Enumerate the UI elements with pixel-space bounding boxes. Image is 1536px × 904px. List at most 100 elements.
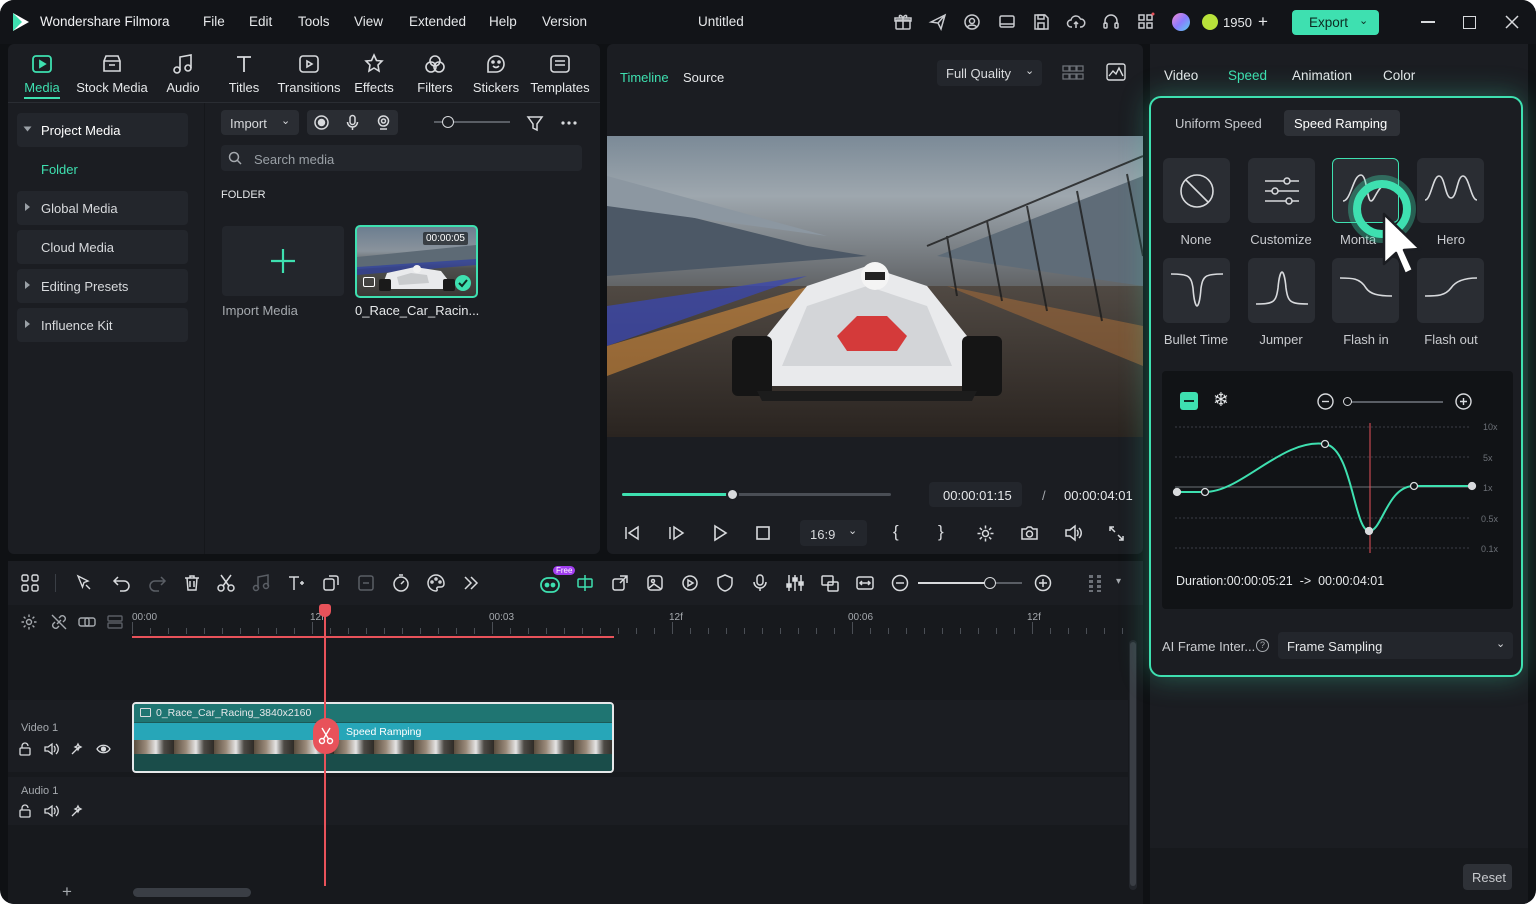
select-tool-icon[interactable] xyxy=(74,573,94,593)
minimize-icon[interactable] xyxy=(1421,21,1435,23)
preset-customize[interactable] xyxy=(1248,158,1315,223)
avatar[interactable] xyxy=(1172,13,1190,31)
tab-titles[interactable]: Titles xyxy=(214,52,274,98)
playback-progress-track[interactable] xyxy=(622,488,891,501)
sidebar-item-influence-kit[interactable]: Influence Kit xyxy=(17,308,188,342)
tab-templates[interactable]: Templates xyxy=(527,52,593,98)
monitor-icon[interactable] xyxy=(997,12,1017,32)
fit-timeline-icon[interactable] xyxy=(855,573,875,593)
preset-jumper[interactable] xyxy=(1248,258,1315,323)
menu-edit[interactable]: Edit xyxy=(249,14,272,29)
link-icon[interactable] xyxy=(78,613,96,631)
tab-animation[interactable]: Animation xyxy=(1292,68,1352,83)
tab-source[interactable]: Source xyxy=(683,70,724,85)
lock-icon[interactable] xyxy=(18,742,32,756)
image-icon[interactable] xyxy=(645,573,665,593)
eye-icon[interactable] xyxy=(96,742,111,756)
cloud-upload-icon[interactable] xyxy=(1066,12,1086,32)
close-icon[interactable] xyxy=(1505,15,1519,29)
layout-icon[interactable] xyxy=(20,573,40,593)
tab-effects[interactable]: Effects xyxy=(344,52,404,98)
preset-flash-out[interactable] xyxy=(1417,258,1484,323)
ai-edit-icon[interactable] xyxy=(70,742,84,756)
zoom-slider-handle[interactable] xyxy=(984,577,996,589)
community-icon[interactable] xyxy=(962,12,982,32)
apps-grid-icon[interactable] xyxy=(1136,12,1156,32)
tab-timeline[interactable]: Timeline xyxy=(620,70,669,85)
next-frame-icon[interactable] xyxy=(667,524,685,542)
media-clip-thumbnail[interactable]: 00:00:05 xyxy=(355,225,478,298)
more-icon[interactable] xyxy=(560,114,578,132)
mark-in-icon[interactable]: { xyxy=(893,522,899,542)
volume-icon[interactable] xyxy=(1064,524,1083,542)
zoom-in-icon[interactable] xyxy=(1455,393,1472,410)
preset-none[interactable] xyxy=(1163,158,1230,223)
export-button[interactable]: Export ⌄ xyxy=(1292,10,1379,35)
sidebar-item-editing-presets[interactable]: Editing Presets xyxy=(17,269,188,303)
freeze-frame-icon[interactable] xyxy=(356,573,376,593)
quality-dropdown[interactable]: Full Quality ⌄ xyxy=(937,60,1042,86)
preset-bullet-time[interactable] xyxy=(1163,258,1230,323)
add-credits-icon[interactable]: + xyxy=(1258,12,1268,32)
send-icon[interactable] xyxy=(928,12,948,32)
mute-icon[interactable] xyxy=(44,742,59,756)
zoom-in-icon[interactable] xyxy=(1033,573,1053,593)
sidebar-item-folder[interactable]: Folder xyxy=(41,162,78,177)
help-icon[interactable]: ? xyxy=(1256,639,1269,652)
sidebar-item-cloud-media[interactable]: Cloud Media xyxy=(17,230,188,264)
curve-zoom-slider[interactable] xyxy=(1345,401,1443,403)
search-input[interactable]: Search media xyxy=(221,145,582,171)
tab-stock-media[interactable]: Stock Media xyxy=(76,52,148,98)
credits-badge[interactable]: 1950 + xyxy=(1198,11,1273,33)
tab-stickers[interactable]: Stickers xyxy=(466,52,526,98)
crop-icon[interactable] xyxy=(321,573,341,593)
speed-curve-graph[interactable] xyxy=(1172,418,1480,558)
subtab-uniform-speed[interactable]: Uniform Speed xyxy=(1175,116,1262,131)
motion-icon[interactable] xyxy=(680,573,700,593)
tab-speed[interactable]: Speed xyxy=(1228,68,1267,83)
ai-mate-button[interactable]: Free xyxy=(538,566,576,596)
track-manager-icon[interactable] xyxy=(106,613,124,631)
grid-view-icon[interactable] xyxy=(1062,64,1084,82)
zoom-slider[interactable] xyxy=(918,582,1022,584)
voiceover-icon[interactable] xyxy=(750,573,770,593)
sidebar-item-global-media[interactable]: Global Media xyxy=(17,191,188,225)
menu-extended[interactable]: Extended xyxy=(409,14,466,29)
aspect-ratio-dropdown[interactable]: 16:9 ⌄ xyxy=(800,520,867,546)
track-settings-icon[interactable] xyxy=(20,613,38,631)
play-icon[interactable] xyxy=(711,524,729,542)
more-tools-icon[interactable] xyxy=(461,573,481,593)
tab-video[interactable]: Video xyxy=(1164,68,1198,83)
mark-out-icon[interactable]: } xyxy=(938,522,944,542)
tab-filters[interactable]: Filters xyxy=(405,52,465,98)
record-screen-icon[interactable] xyxy=(313,114,330,131)
tab-transitions[interactable]: Transitions xyxy=(275,52,343,98)
unlink-icon[interactable] xyxy=(50,613,68,631)
playhead-handle[interactable] xyxy=(319,604,331,617)
lock-icon[interactable] xyxy=(18,804,32,818)
split-marker[interactable] xyxy=(313,718,339,754)
menu-help[interactable]: Help xyxy=(489,14,517,29)
webcam-icon[interactable] xyxy=(375,114,392,131)
vertical-scrollbar[interactable] xyxy=(1129,640,1137,890)
zoom-out-icon[interactable] xyxy=(1317,393,1334,410)
reset-button[interactable]: Reset xyxy=(1463,864,1512,890)
microphone-icon[interactable] xyxy=(344,114,361,131)
maximize-icon[interactable] xyxy=(1463,16,1476,29)
add-keyframe-button[interactable] xyxy=(1180,392,1198,410)
export-clip-icon[interactable] xyxy=(610,573,630,593)
speed-icon[interactable] xyxy=(391,573,411,593)
import-dropdown[interactable]: Import ⌄ xyxy=(221,110,299,135)
snapshot-icon[interactable] xyxy=(1020,524,1039,542)
replace-icon[interactable] xyxy=(820,573,840,593)
redo-icon[interactable] xyxy=(147,573,167,593)
waveform-monitor-icon[interactable] xyxy=(1106,63,1126,81)
stop-icon[interactable] xyxy=(755,525,771,541)
freeze-icon[interactable]: ❄ xyxy=(1213,389,1229,412)
previous-frame-icon[interactable] xyxy=(623,524,641,542)
ai-edit-icon[interactable] xyxy=(70,804,84,818)
tab-color[interactable]: Color xyxy=(1383,68,1415,83)
add-track-icon[interactable]: + xyxy=(62,882,72,902)
audio-mixer-icon[interactable] xyxy=(785,573,805,593)
delete-icon[interactable] xyxy=(182,573,202,593)
